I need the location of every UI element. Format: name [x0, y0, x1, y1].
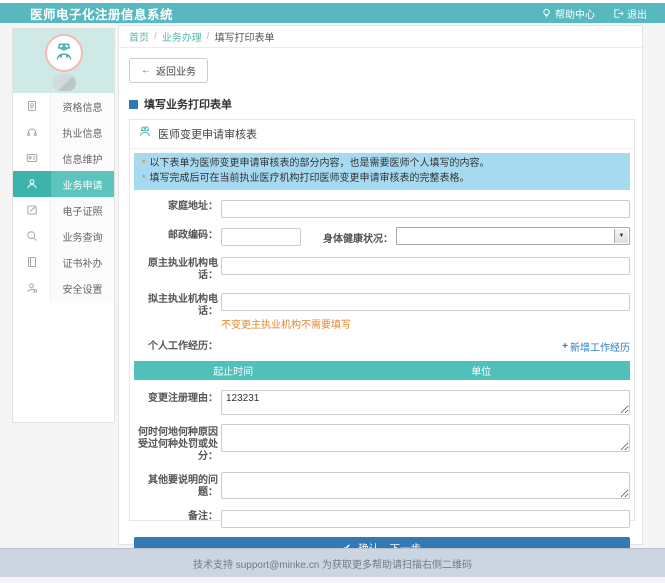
other-issues-textarea[interactable]	[221, 472, 630, 499]
sidebar-item-label: 电子证照	[51, 197, 114, 223]
other-issues-label: 其他要说明的问题：	[130, 472, 218, 499]
proposed-org-phone-row: 拟主执业机构电话：	[130, 291, 630, 318]
breadcrumb-current: 填写打印表单	[215, 29, 275, 44]
home-address-row: 家庭地址：	[130, 198, 630, 218]
bullet-asterisk-icon: *	[142, 158, 146, 168]
sidebar-item-business-query[interactable]: 业务查询	[13, 223, 114, 249]
home-address-label: 家庭地址：	[130, 198, 218, 213]
logout-label: 退出	[627, 6, 647, 21]
sidebar-item-label: 业务查询	[51, 223, 114, 249]
column-header-period: 起止时间	[134, 361, 332, 380]
breadcrumb: 首页 / 业务办理 / 填写打印表单	[119, 26, 642, 48]
left-arrow-icon: ←	[141, 65, 151, 76]
sidebar-item-qualification-info[interactable]: 资格信息	[13, 93, 114, 119]
postal-code-label: 邮政编码：	[130, 227, 218, 242]
home-address-input[interactable]	[221, 200, 630, 218]
work-experience-table: 起止时间 单位	[134, 361, 630, 380]
avatar-placeholder	[53, 74, 76, 91]
sidebar-item-security-settings[interactable]: 安全设置	[13, 275, 114, 301]
no-change-hint: 不变更主执业机构不需要填写	[221, 316, 634, 331]
sidebar-item-certificate-reissue[interactable]: 证书补办	[13, 249, 114, 275]
back-button-label: 返回业务	[156, 63, 196, 78]
info-box: *以下表单为医师变更申请审核表的部分内容，也是需要医师个人填写的内容。 *填写完…	[134, 153, 630, 190]
change-reason-textarea[interactable]: 123231	[221, 390, 630, 415]
section-marker	[129, 100, 138, 109]
sidebar-item-business-application[interactable]: 业务申请	[13, 171, 114, 197]
footer-text: 技术支持 support@minke.cn 为获取更多帮助请扫描右侧二维码	[193, 556, 472, 571]
breadcrumb-separator: /	[154, 31, 157, 42]
logout-button[interactable]: 退出	[613, 6, 647, 21]
work-experience-label: 个人工作经历：	[130, 341, 218, 353]
original-org-phone-input[interactable]	[221, 257, 630, 275]
postal-health-row: 邮政编码： 身体健康状况： ▼	[130, 227, 630, 247]
app-title: 医师电子化注册信息系统	[30, 4, 173, 23]
change-reason-row: 变更注册理由： 123231	[130, 390, 630, 415]
sidebar-item-label: 证书补办	[51, 249, 114, 275]
add-work-experience-link[interactable]: + 新增工作经历	[562, 339, 630, 354]
sidebar-item-label: 业务申请	[51, 171, 114, 197]
original-org-phone-row: 原主执业机构电话：	[130, 255, 630, 282]
punishment-row: 何时何地何种原因受过何种处罚或处分：	[130, 424, 630, 463]
help-center-label: 帮助中心	[555, 6, 595, 21]
form-title-row: 医师变更申请审核表	[130, 120, 634, 149]
main-panel: 首页 / 业务办理 / 填写打印表单 ← 返回业务 填写业务打印表单 医师变更申…	[118, 25, 643, 545]
other-issues-row: 其他要说明的问题：	[130, 472, 630, 499]
back-to-business-button[interactable]: ← 返回业务	[129, 58, 208, 83]
user-icon	[13, 171, 51, 197]
postal-code-input[interactable]	[221, 228, 301, 246]
page-title: 填写业务打印表单	[129, 96, 642, 112]
user-avatar-block	[13, 29, 114, 93]
sidebar-item-info-maintenance[interactable]: 信息维护	[13, 145, 114, 171]
change-reason-label: 变更注册理由：	[130, 390, 218, 405]
help-center-button[interactable]: 帮助中心	[541, 6, 595, 21]
user-setting-icon	[13, 275, 51, 301]
app-header: 医师电子化注册信息系统 帮助中心 退出	[0, 3, 665, 23]
audit-form-panel: 医师变更申请审核表 *以下表单为医师变更申请审核表的部分内容，也是需要医师个人填…	[129, 119, 635, 521]
file-icon	[13, 93, 51, 119]
doctor-cap-icon	[138, 125, 152, 143]
health-status-label: 身体健康状况：	[301, 227, 393, 245]
doctor-icon	[52, 39, 76, 68]
idcard-icon	[13, 145, 51, 171]
health-status-select[interactable]: ▼	[396, 227, 630, 245]
avatar[interactable]	[45, 34, 83, 72]
search-icon	[13, 223, 51, 249]
punishment-textarea[interactable]	[221, 424, 630, 452]
remarks-row: 备注：	[130, 508, 630, 528]
footer: 技术支持 support@minke.cn 为获取更多帮助请扫描右侧二维码	[0, 548, 665, 577]
sidebar-item-label: 安全设置	[51, 275, 114, 301]
breadcrumb-separator: /	[207, 31, 210, 42]
sidebar-item-practice-info[interactable]: 执业信息	[13, 119, 114, 145]
sidebar-item-label: 信息维护	[51, 145, 114, 171]
remarks-label: 备注：	[130, 508, 218, 523]
proposed-org-phone-label: 拟主执业机构电话：	[130, 291, 218, 318]
column-header-unit: 单位	[332, 361, 630, 380]
headset-icon	[13, 119, 51, 145]
plus-icon: +	[562, 341, 568, 352]
chevron-down-icon: ▼	[614, 229, 628, 243]
info-line: *以下表单为医师变更申请审核表的部分内容，也是需要医师个人填写的内容。	[142, 156, 622, 171]
original-org-phone-label: 原主执业机构电话：	[130, 255, 218, 282]
notebook-icon	[13, 249, 51, 275]
work-experience-row: 个人工作经历： + 新增工作经历	[130, 339, 630, 354]
sidebar-item-electronic-certificate[interactable]: 电子证照	[13, 197, 114, 223]
proposed-org-phone-input[interactable]	[221, 293, 630, 311]
logout-icon	[613, 8, 624, 19]
breadcrumb-home[interactable]: 首页	[129, 29, 149, 44]
bullet-asterisk-icon: *	[142, 173, 146, 183]
sidebar-menu: 资格信息 执业信息 信息维护 业务申请 电子证照	[13, 93, 114, 301]
sidebar-item-label: 资格信息	[51, 93, 114, 119]
info-line: *填写完成后可在当前执业医疗机构打印医师变更申请审核表的完整表格。	[142, 171, 622, 186]
form-fields: 家庭地址： 邮政编码： 身体健康状况： ▼ 原主执业机构电话： 拟主执业机构电话…	[130, 190, 634, 561]
lightbulb-icon	[541, 8, 552, 19]
punishment-label: 何时何地何种原因受过何种处罚或处分：	[130, 424, 218, 463]
remarks-input[interactable]	[221, 510, 630, 528]
form-title: 医师变更申请审核表	[158, 126, 257, 142]
breadcrumb-business[interactable]: 业务办理	[162, 29, 202, 44]
certificate-icon	[13, 197, 51, 223]
sidebar-item-label: 执业信息	[51, 119, 114, 145]
sidebar: 资格信息 执业信息 信息维护 业务申请 电子证照	[12, 28, 115, 423]
